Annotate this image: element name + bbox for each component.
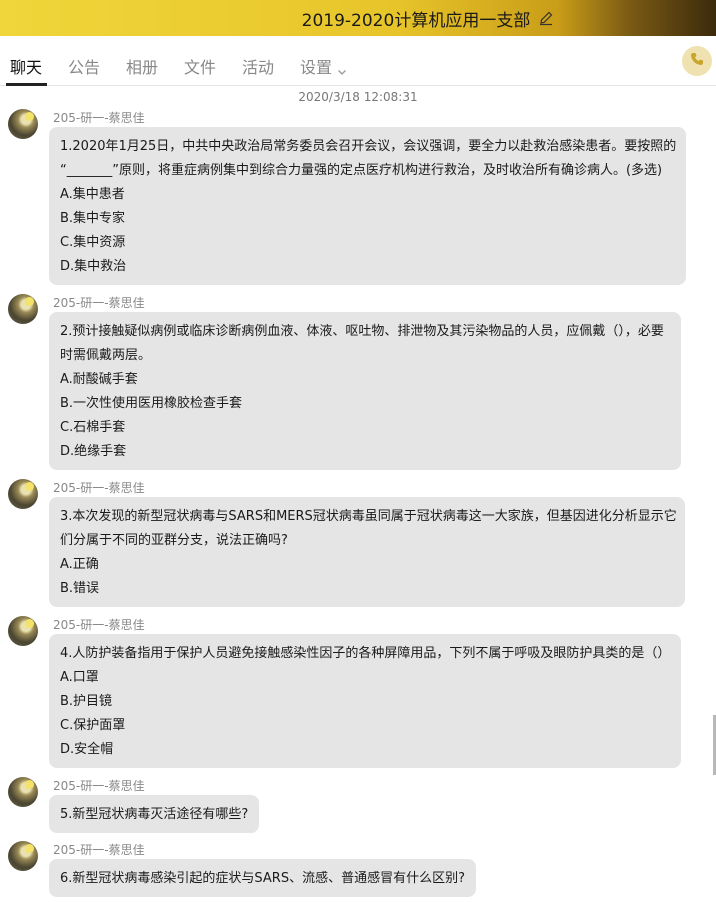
chevron-down-icon <box>336 63 348 75</box>
message-line: C.石棉手套 <box>60 420 126 435</box>
message-line: 们分属于不同的亚群分支，说法正确吗? <box>60 533 288 548</box>
message-line: D.集中救治 <box>60 259 127 274</box>
avatar[interactable] <box>8 841 38 871</box>
message-line: 4.人防护装备指用于保护人员避免接触感染性因子的各种屏障用品，下列不属于呼吸及眼… <box>60 646 671 661</box>
message-line: 时需佩戴两层。 <box>60 348 152 363</box>
message-line: A.耐酸碱手套 <box>60 372 138 387</box>
message-line: B.集中专家 <box>60 211 126 226</box>
tab-settings-label: 设置 <box>300 58 333 77</box>
tab-settings[interactable]: 设置 <box>300 54 348 78</box>
message-line: D.安全帽 <box>60 742 114 757</box>
message-line: 3.本次发现的新型冠状病毒与SARS和MERS冠状病毒虽同属于冠状病毒这一大家族… <box>60 509 677 524</box>
tab-files[interactable]: 文件 <box>184 54 216 78</box>
edit-icon[interactable] <box>538 10 554 26</box>
title-wrap: 2019-2020计算机应用一支部 <box>302 6 555 31</box>
phone-icon <box>689 51 705 71</box>
group-title[interactable]: 2019-2020计算机应用一支部 <box>302 6 531 31</box>
tab-announcement[interactable]: 公告 <box>68 54 100 78</box>
avatar[interactable] <box>8 777 38 807</box>
message-line: B.错误 <box>60 581 100 596</box>
message-timestamp: 2020/3/18 12:08:31 <box>298 90 418 104</box>
message-line: C.保护面罩 <box>60 718 126 733</box>
message-line: D.绝缘手套 <box>60 444 127 459</box>
sender-name[interactable]: 205-研一-蔡思佳 <box>53 616 145 633</box>
message-line: B.护目镜 <box>60 694 113 709</box>
active-tab-indicator <box>6 83 47 86</box>
sender-name[interactable]: 205-研一-蔡思佳 <box>53 109 145 126</box>
sender-name[interactable]: 205-研一-蔡思佳 <box>53 841 145 858</box>
message-line: 2.预计接触疑似病例或临床诊断病例血液、体液、呕吐物、排泄物及其污染物品的人员，… <box>60 324 664 339</box>
avatar[interactable] <box>8 616 38 646</box>
message-line: 6.新型冠状病毒感染引起的症状与SARS、流感、普通感冒有什么区别? <box>60 871 465 886</box>
message-bubble[interactable]: 3.本次发现的新型冠状病毒与SARS和MERS冠状病毒虽同属于冠状病毒这一大家族… <box>49 497 685 607</box>
tab-chat[interactable]: 聊天 <box>10 54 42 78</box>
avatar[interactable] <box>8 294 38 324</box>
message-bubble[interactable]: 6.新型冠状病毒感染引起的症状与SARS、流感、普通感冒有什么区别? <box>49 859 476 897</box>
tab-activity[interactable]: 活动 <box>242 54 274 78</box>
call-button[interactable] <box>682 46 712 76</box>
message-bubble[interactable]: 4.人防护装备指用于保护人员避免接触感染性因子的各种屏障用品，下列不属于呼吸及眼… <box>49 634 681 768</box>
message-line: A.口罩 <box>60 670 99 685</box>
avatar[interactable] <box>8 109 38 139</box>
tab-album[interactable]: 相册 <box>126 54 158 78</box>
message-line: 5.新型冠状病毒灭活途径有哪些? <box>60 807 249 822</box>
message-line: B.一次性使用医用橡胶检查手套 <box>60 396 243 411</box>
message-bubble[interactable]: 2.预计接触疑似病例或临床诊断病例血液、体液、呕吐物、排泄物及其污染物品的人员，… <box>49 312 681 470</box>
message-line: A.正确 <box>60 557 99 572</box>
message-bubble[interactable]: 5.新型冠状病毒灭活途径有哪些? <box>49 795 260 833</box>
message-line: A.集中患者 <box>60 187 125 202</box>
message-line: “_______”原则，将重症病例集中到综合力量强的定点医疗机构进行救治，及时收… <box>60 163 663 178</box>
tab-bar: 聊天 公告 相册 文件 活动 设置 <box>0 36 716 86</box>
sender-name[interactable]: 205-研一-蔡思佳 <box>53 294 145 311</box>
message-line: 1.2020年1月25日，中共中央政治局常务委员会召开会议，会议强调，要全力以赴… <box>60 139 677 154</box>
sender-name[interactable]: 205-研一-蔡思佳 <box>53 479 145 496</box>
title-bar: 2019-2020计算机应用一支部 <box>0 0 716 36</box>
chat-area[interactable]: 2020/3/18 12:08:31 205-研一-蔡思佳 1.2020年1月2… <box>0 87 716 902</box>
avatar[interactable] <box>8 479 38 509</box>
message-bubble[interactable]: 1.2020年1月25日，中共中央政治局常务委员会召开会议，会议强调，要全力以赴… <box>49 127 686 285</box>
message-line: C.集中资源 <box>60 235 126 250</box>
sender-name[interactable]: 205-研一-蔡思佳 <box>53 777 145 794</box>
